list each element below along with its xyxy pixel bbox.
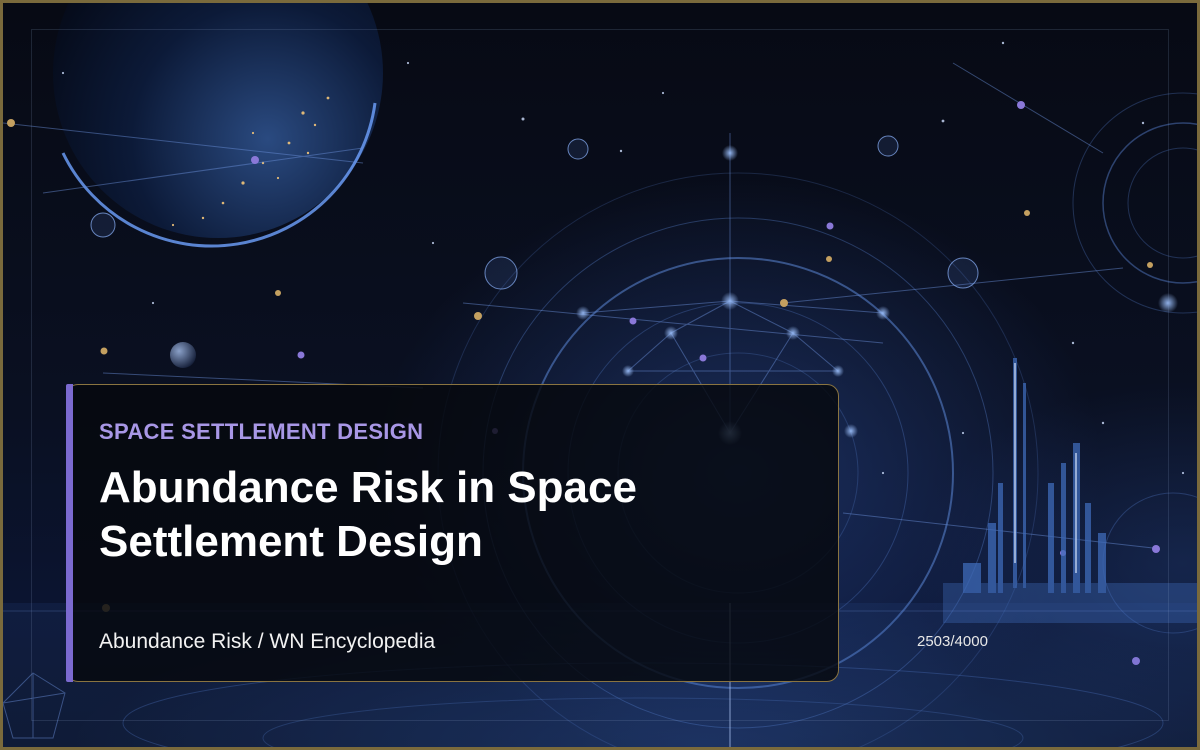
planet xyxy=(53,3,383,248)
card-accent-bar xyxy=(66,384,73,682)
moon xyxy=(170,342,196,368)
page-counter: 2503/4000 xyxy=(917,633,988,650)
source-label: Abundance Risk / WN Encyclopedia xyxy=(99,630,436,653)
category-label: SPACE SETTLEMENT DESIGN xyxy=(99,419,424,444)
city-skyline xyxy=(943,358,1197,623)
slide: SPACE SETTLEMENT DESIGN Abundance Risk i… xyxy=(0,0,1200,750)
page-title: Abundance Risk in Space Settlement Desig… xyxy=(99,463,637,566)
